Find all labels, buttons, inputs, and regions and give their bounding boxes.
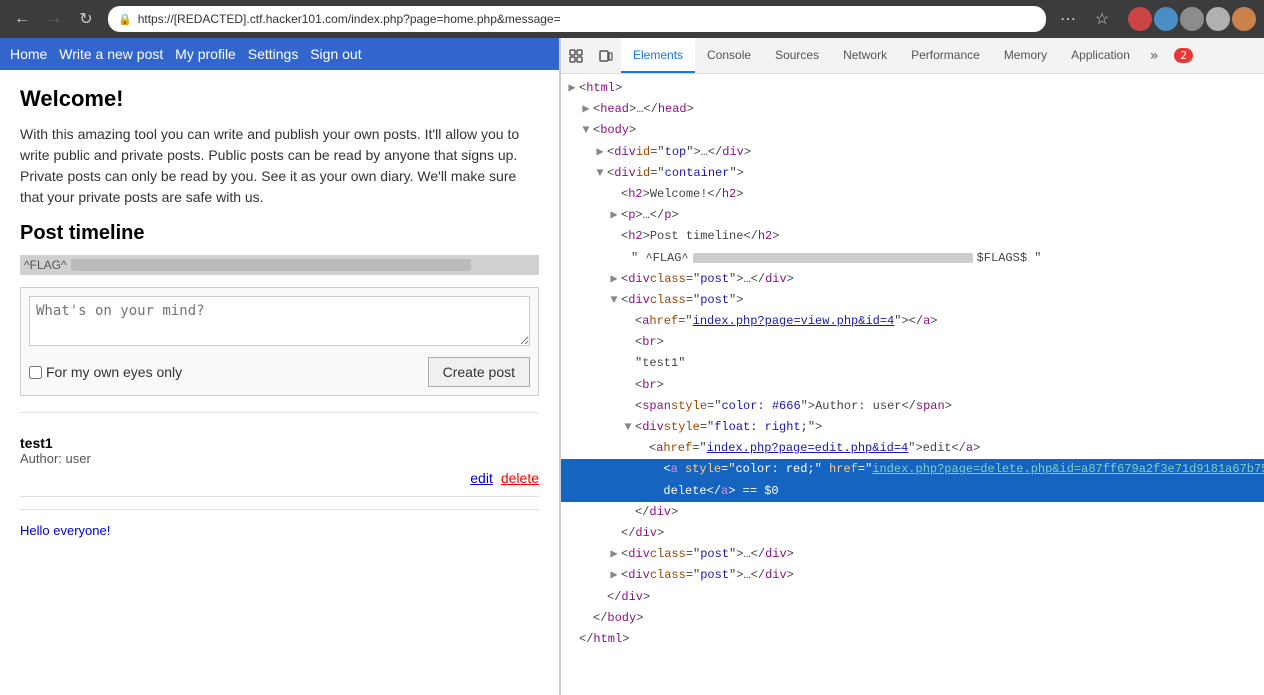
tree-div-post-close[interactable]: ▶ </div> — [561, 523, 1264, 544]
inspect-element-button[interactable] — [561, 41, 591, 71]
site-nav: Home Write a new post My profile Setting… — [0, 38, 559, 70]
post-textarea[interactable] — [29, 296, 530, 346]
welcome-text: With this amazing tool you can write and… — [20, 124, 539, 208]
nav-write[interactable]: Write a new post — [59, 46, 163, 62]
post-item-1: test1 Author: user edit delete — [20, 425, 539, 497]
tree-body-close[interactable]: ▶ </body> — [561, 608, 1264, 629]
devtools-panel: Elements Console Sources Network Perform… — [560, 38, 1264, 695]
browser-chrome: ← → ↻ 🔒 https://[REDACTED].ctf.hacker101… — [0, 0, 1264, 38]
nav-buttons: ← → ↻ — [8, 5, 100, 33]
flag-bar: ^FLAG^ — [20, 255, 539, 275]
divider-1 — [20, 412, 539, 413]
welcome-heading: Welcome! — [20, 86, 539, 112]
avatar-group — [1128, 7, 1256, 31]
device-mode-button[interactable] — [591, 41, 621, 71]
tree-body[interactable]: ▼ <body> — [561, 120, 1264, 141]
tab-elements[interactable]: Elements — [621, 38, 695, 73]
address-bar[interactable]: 🔒 https://[REDACTED].ctf.hacker101.com/i… — [108, 6, 1046, 32]
tree-flag-text[interactable]: ▶ " ^FLAG^ $FLAGS$ " — [561, 248, 1264, 269]
tab-application[interactable]: Application — [1059, 38, 1142, 73]
devtools-toolbar: Elements Console Sources Network Perform… — [561, 38, 1264, 74]
divider-2 — [20, 509, 539, 510]
tree-span-author[interactable]: ▶ <span style="color: #666">Author: user… — [561, 396, 1264, 417]
tab-more[interactable]: » — [1142, 38, 1166, 73]
website-panel: Home Write a new post My profile Setting… — [0, 38, 560, 695]
post-form-footer: For my own eyes only Create post — [29, 357, 530, 387]
tree-container-close[interactable]: ▶ </div> — [561, 587, 1264, 608]
tree-div-post3-collapsed[interactable]: ▶ <div class="post">…</div> — [561, 544, 1264, 565]
tab-memory[interactable]: Memory — [992, 38, 1059, 73]
devtools-content: ▶ <html> ▶ <head>…</head> ▼ <body> ▶ <di — [561, 74, 1264, 695]
flag-redacted — [71, 259, 471, 271]
avatar-5 — [1232, 7, 1256, 31]
tab-network[interactable]: Network — [831, 38, 899, 73]
nav-signout[interactable]: Sign out — [310, 46, 361, 62]
tree-br2[interactable]: ▶ <br> — [561, 375, 1264, 396]
reload-button[interactable]: ↻ — [72, 5, 100, 33]
tree-a-edit[interactable]: ▶ <a href="index.php?page=edit.php&id=4"… — [561, 438, 1264, 459]
tree-a-delete-selected[interactable]: ▶ <a style="color: red;" href="index.php… — [561, 459, 1264, 480]
post1-edit-link[interactable]: edit — [470, 470, 493, 486]
nav-home[interactable]: Home — [10, 46, 47, 62]
post1-author: Author: user — [20, 451, 539, 466]
lock-icon: 🔒 — [118, 13, 132, 26]
tab-console[interactable]: Console — [695, 38, 763, 73]
tree-a-view[interactable]: ▶ <a href="index.php?page=view.php&id=4"… — [561, 311, 1264, 332]
forward-button[interactable]: → — [40, 5, 68, 33]
tree-html[interactable]: ▶ <html> — [561, 78, 1264, 99]
private-checkbox-label[interactable]: For my own eyes only — [29, 364, 182, 380]
post1-delete-link[interactable]: delete — [501, 470, 539, 486]
tree-br1[interactable]: ▶ <br> — [561, 332, 1264, 353]
post2-link[interactable]: Hello everyone! — [20, 523, 110, 538]
avatar-1 — [1128, 7, 1152, 31]
url-text: https://[REDACTED].ctf.hacker101.com/ind… — [138, 12, 1036, 26]
tree-text-test1[interactable]: ▶ "test1" — [561, 353, 1264, 374]
post1-title: test1 — [20, 435, 539, 451]
timeline-heading: Post timeline — [20, 222, 539, 245]
tree-div-float-right[interactable]: ▼ <div style="float: right;"> — [561, 417, 1264, 438]
main-container: Home Write a new post My profile Setting… — [0, 38, 1264, 695]
nav-profile[interactable]: My profile — [175, 46, 236, 62]
site-content: Welcome! With this amazing tool you can … — [0, 70, 559, 695]
create-post-button[interactable]: Create post — [428, 357, 530, 387]
tree-html-close[interactable]: ▶ </html> — [561, 629, 1264, 650]
tree-div-container[interactable]: ▼ <div id="container"> — [561, 163, 1264, 184]
browser-actions: ⋯ ☆ — [1054, 5, 1116, 33]
tree-p[interactable]: ▶ <p>…</p> — [561, 205, 1264, 226]
tree-h2-timeline[interactable]: ▶ <h2>Post timeline</h2> — [561, 226, 1264, 247]
tree-head[interactable]: ▶ <head>…</head> — [561, 99, 1264, 120]
error-badge: 2 — [1174, 48, 1193, 63]
tree-div-float-close[interactable]: ▶ </div> — [561, 502, 1264, 523]
tree-div-post1-collapsed[interactable]: ▶ <div class="post">…</div> — [561, 269, 1264, 290]
tree-delete-content[interactable]: delete</a> == $0 — [561, 481, 1264, 502]
flag-redacted-devtools — [693, 253, 973, 263]
avatar-3 — [1180, 7, 1204, 31]
html-tree: ▶ <html> ▶ <head>…</head> ▼ <body> ▶ <di — [561, 78, 1264, 650]
avatar-2 — [1154, 7, 1178, 31]
tree-h2-welcome[interactable]: ▶ <h2>Welcome!</h2> — [561, 184, 1264, 205]
tab-sources[interactable]: Sources — [763, 38, 831, 73]
back-button[interactable]: ← — [8, 5, 36, 33]
post1-actions: edit delete — [20, 470, 539, 486]
tree-div-post4-collapsed[interactable]: ▶ <div class="post">…</div> — [561, 565, 1264, 586]
private-checkbox[interactable] — [29, 366, 42, 379]
devtools-tabs: Elements Console Sources Network Perform… — [621, 38, 1166, 73]
tab-performance[interactable]: Performance — [899, 38, 992, 73]
post-form-area: For my own eyes only Create post — [20, 287, 539, 396]
toggle-html[interactable]: ▶ — [565, 79, 579, 98]
tree-div-top[interactable]: ▶ <div id="top" >…</div> — [561, 142, 1264, 163]
tree-div-post2-open[interactable]: ▼ <div class="post"> — [561, 290, 1264, 311]
nav-settings[interactable]: Settings — [248, 46, 299, 62]
checkbox-text: For my own eyes only — [46, 364, 182, 380]
avatar-4 — [1206, 7, 1230, 31]
flag-prefix: ^FLAG^ — [24, 258, 67, 272]
bookmark-button[interactable]: ☆ — [1088, 5, 1116, 33]
share-button[interactable]: ⋯ — [1054, 5, 1082, 33]
